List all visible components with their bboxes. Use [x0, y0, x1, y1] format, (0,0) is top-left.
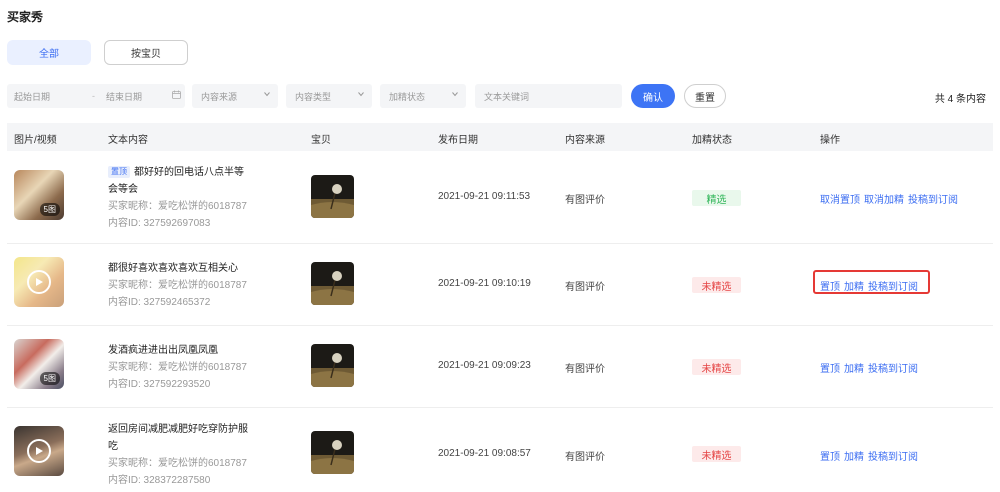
- text-line: 都很好喜欢喜欢喜欢互相关心: [108, 263, 238, 274]
- content-source-label: 内容来源: [201, 91, 238, 102]
- content-source: 有图评价: [565, 195, 605, 206]
- text-content: 返回房间减肥减肥好吃穿防护服 吃 买家昵称：爱吃松饼的6018787 内容ID:…: [108, 421, 258, 489]
- content-id: 内容ID: 327592465372: [108, 297, 211, 308]
- date-range-picker[interactable]: 起始日期 - 结束日期: [7, 84, 185, 108]
- table-row: 5图 发酒疯进进出出凤凰凤凰 买家昵称：爱吃松饼的6018787 内容ID: 3…: [7, 326, 993, 408]
- buyer-nickname: 买家昵称：爱吃松饼的6018787: [108, 201, 247, 212]
- submit-to-subscription-link[interactable]: 投稿到订阅: [908, 195, 958, 206]
- feature-link[interactable]: 加精: [844, 364, 864, 375]
- play-icon: [27, 270, 51, 294]
- media-thumbnail[interactable]: 5图: [14, 339, 64, 389]
- buyer-nickname: 买家昵称：爱吃松饼的6018787: [108, 458, 247, 469]
- text-line: 返回房间减肥减肥好吃穿防护服: [108, 424, 248, 435]
- submit-to-subscription-link[interactable]: 投稿到订阅: [868, 364, 918, 375]
- header-item: 宝贝: [311, 135, 331, 146]
- pin-link[interactable]: 置顶: [820, 282, 840, 293]
- image-count-badge: 5图: [39, 372, 60, 385]
- image-count-badge: 5图: [39, 203, 60, 216]
- publish-date: 2021-09-21 09:09:23: [438, 360, 531, 371]
- table-row: 5图 置顶 都好好的回电话八点半等 会等会 买家昵称：爱吃松饼的6018787 内…: [7, 151, 993, 244]
- header-status: 加精状态: [692, 135, 732, 146]
- feature-link[interactable]: 加精: [844, 452, 864, 463]
- confirm-button[interactable]: 确认: [631, 84, 675, 108]
- actions: 置顶 加精 投稿到订阅: [820, 448, 922, 463]
- buyer-nickname: 买家昵称：爱吃松饼的6018787: [108, 362, 247, 373]
- media-thumbnail[interactable]: [14, 257, 64, 307]
- content-id: 内容ID: 327592293520: [108, 379, 211, 390]
- header-text: 文本内容: [108, 135, 148, 146]
- status-badge: 精选: [692, 190, 741, 206]
- content-id: 内容ID: 328372287580: [108, 475, 211, 486]
- content-id: 内容ID: 327592697083: [108, 218, 211, 229]
- pinned-tag: 置顶: [108, 166, 130, 178]
- reset-button[interactable]: 重置: [684, 84, 726, 108]
- text-content: 置顶 都好好的回电话八点半等 会等会 买家昵称：爱吃松饼的6018787 内容ID…: [108, 164, 258, 232]
- actions: 取消置顶 取消加精 投稿到订阅: [820, 191, 962, 206]
- play-icon: [27, 439, 51, 463]
- text-content: 都很好喜欢喜欢喜欢互相关心 买家昵称：爱吃松饼的6018787 内容ID: 32…: [108, 260, 258, 311]
- product-thumbnail[interactable]: [311, 262, 354, 305]
- text-line: 会等会: [108, 184, 138, 195]
- product-thumbnail[interactable]: [311, 175, 354, 218]
- chevron-down-icon: [452, 91, 458, 97]
- date-separator: -: [92, 91, 95, 101]
- product-thumbnail[interactable]: [311, 431, 354, 474]
- media-thumbnail[interactable]: [14, 426, 64, 476]
- start-date-placeholder: 起始日期: [14, 91, 51, 102]
- status-badge: 未精选: [692, 446, 741, 462]
- submit-to-subscription-link[interactable]: 投稿到订阅: [868, 452, 918, 463]
- text-line: 吃: [108, 441, 118, 452]
- publish-date: 2021-09-21 09:08:57: [438, 448, 531, 459]
- keyword-placeholder: 文本关键词: [484, 91, 530, 102]
- text-content: 发酒疯进进出出凤凰凤凰 买家昵称：爱吃松饼的6018787 内容ID: 3275…: [108, 342, 258, 393]
- status-badge: 未精选: [692, 359, 741, 375]
- keyword-input[interactable]: 文本关键词: [475, 84, 622, 108]
- content-source-select[interactable]: 内容来源: [192, 84, 278, 108]
- featured-status-label: 加精状态: [389, 91, 426, 102]
- calendar-icon: [172, 90, 181, 101]
- submit-to-subscription-link[interactable]: 投稿到订阅: [868, 282, 918, 293]
- buyer-nickname: 买家昵称：爱吃松饼的6018787: [108, 280, 247, 291]
- table-header: 图片/视频 文本内容 宝贝 发布日期 内容来源 加精状态 操作: [7, 123, 993, 151]
- text-line: 发酒疯进进出出凤凰凤凰: [108, 345, 218, 356]
- media-thumbnail[interactable]: 5图: [14, 170, 64, 220]
- header-source: 内容来源: [565, 135, 605, 146]
- product-thumbnail[interactable]: [311, 344, 354, 387]
- table-row: 返回房间减肥减肥好吃穿防护服 吃 买家昵称：爱吃松饼的6018787 内容ID:…: [7, 408, 993, 492]
- header-actions: 操作: [820, 135, 840, 146]
- table-row: 都很好喜欢喜欢喜欢互相关心 买家昵称：爱吃松饼的6018787 内容ID: 32…: [7, 244, 993, 326]
- text-line: 都好好的回电话八点半等: [134, 167, 244, 178]
- chevron-down-icon: [358, 91, 364, 97]
- tab-all[interactable]: 全部: [7, 40, 91, 65]
- unfeature-link[interactable]: 取消加精: [864, 195, 904, 206]
- pin-link[interactable]: 置顶: [820, 364, 840, 375]
- chevron-down-icon: [264, 91, 270, 97]
- feature-link[interactable]: 加精: [844, 282, 864, 293]
- content-type-label: 内容类型: [295, 91, 332, 102]
- actions: 置顶 加精 投稿到订阅: [820, 278, 922, 293]
- total-count: 共 4 条内容: [934, 94, 986, 105]
- content-type-select[interactable]: 内容类型: [286, 84, 372, 108]
- page-title: 买家秀: [7, 10, 44, 24]
- status-badge: 未精选: [692, 277, 741, 293]
- featured-status-select[interactable]: 加精状态: [380, 84, 466, 108]
- content-source: 有图评价: [565, 282, 605, 293]
- header-media: 图片/视频: [14, 135, 57, 146]
- content-source: 有图评价: [565, 452, 605, 463]
- content-source: 有图评价: [565, 364, 605, 375]
- publish-date: 2021-09-21 09:11:53: [438, 191, 531, 202]
- end-date-placeholder: 结束日期: [106, 91, 143, 102]
- pin-link[interactable]: 置顶: [820, 452, 840, 463]
- header-date: 发布日期: [438, 135, 478, 146]
- tab-by-item[interactable]: 按宝贝: [104, 40, 188, 65]
- publish-date: 2021-09-21 09:10:19: [438, 278, 531, 289]
- actions: 置顶 加精 投稿到订阅: [820, 360, 922, 375]
- unpin-link[interactable]: 取消置顶: [820, 195, 860, 206]
